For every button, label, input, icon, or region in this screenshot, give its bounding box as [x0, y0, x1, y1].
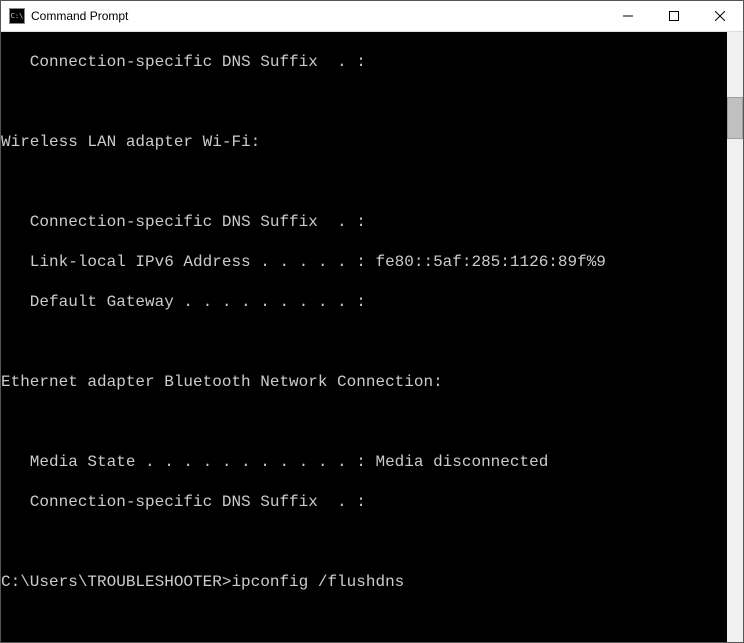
- close-button[interactable]: [697, 1, 743, 31]
- window-title: Command Prompt: [31, 9, 605, 23]
- console-output[interactable]: Connection-specific DNS Suffix . : Wirel…: [1, 32, 727, 642]
- output-line: Ethernet adapter Bluetooth Network Conne…: [1, 372, 727, 392]
- minimize-button[interactable]: [605, 1, 651, 31]
- output-line: Media State . . . . . . . . . . . : Medi…: [1, 452, 727, 472]
- output-line: [1, 532, 727, 552]
- output-line: Wireless LAN adapter Wi-Fi:: [1, 132, 727, 152]
- output-line: [1, 412, 727, 432]
- cmd-icon: C:\: [9, 8, 25, 24]
- output-line: [1, 172, 727, 192]
- output-line: [1, 612, 727, 632]
- scrollbar-thumb[interactable]: [727, 97, 743, 139]
- output-line: Connection-specific DNS Suffix . :: [1, 52, 727, 72]
- window-controls: [605, 1, 743, 31]
- output-line: Connection-specific DNS Suffix . :: [1, 492, 727, 512]
- output-line: C:\Users\TROUBLESHOOTER>ipconfig /flushd…: [1, 572, 727, 592]
- output-line: Default Gateway . . . . . . . . . :: [1, 292, 727, 312]
- output-line: Link-local IPv6 Address . . . . . : fe80…: [1, 252, 727, 272]
- maximize-button[interactable]: [651, 1, 697, 31]
- console-area: Connection-specific DNS Suffix . : Wirel…: [1, 32, 743, 642]
- output-line: [1, 92, 727, 112]
- titlebar[interactable]: C:\ Command Prompt: [1, 1, 743, 32]
- vertical-scrollbar[interactable]: [727, 32, 743, 642]
- output-line: Connection-specific DNS Suffix . :: [1, 212, 727, 232]
- output-line: [1, 332, 727, 352]
